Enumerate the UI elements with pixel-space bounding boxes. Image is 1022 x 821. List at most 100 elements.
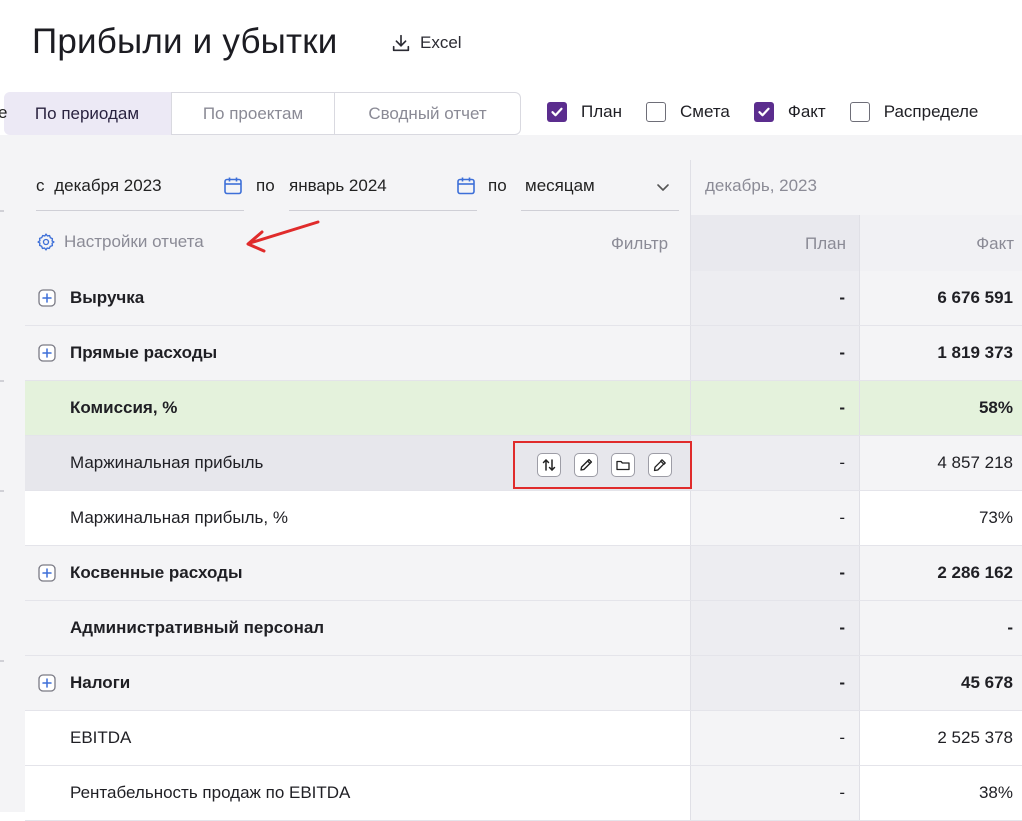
plan-value: - <box>839 453 845 472</box>
fact-value: 6 676 591 <box>937 288 1013 307</box>
checkbox-distribution[interactable]: Распределе <box>849 102 979 122</box>
checkbox-unchecked-icon <box>645 102 666 122</box>
tab-by-periods[interactable]: По периодам <box>4 92 171 135</box>
filter-link[interactable]: Фильтр <box>611 234 668 254</box>
plan-cell: - <box>690 491 859 545</box>
left-edge-divider <box>0 210 4 662</box>
plan-value: - <box>839 673 845 692</box>
excel-label: Excel <box>420 33 462 52</box>
table-row[interactable]: Выручка - 6 676 591 <box>25 271 1022 326</box>
checkbox-plan-label: План <box>581 102 622 121</box>
checkbox-fact[interactable]: Факт <box>753 102 826 122</box>
checkbox-fact-label: Факт <box>787 102 826 121</box>
download-icon <box>392 34 410 52</box>
table-row[interactable]: Рентабельность продаж по EBITDA -38% <box>25 766 1022 821</box>
view-options: План Смета Факт Распределе <box>547 102 1002 122</box>
checkbox-unchecked-icon <box>849 102 870 122</box>
expand-plus-icon[interactable] <box>38 289 56 307</box>
plan-cell: - <box>690 326 859 380</box>
plan-value: - <box>839 398 845 417</box>
row-label: Комиссия, % <box>70 398 178 417</box>
move-to-folder-button[interactable] <box>611 453 635 477</box>
row-label: Административный персонал <box>70 618 325 637</box>
tab-summary-report[interactable]: Сводный отчет <box>335 92 521 135</box>
plan-cell: - <box>690 546 859 600</box>
group-by-value: месяцам <box>525 176 595 195</box>
color-picker-button[interactable] <box>648 453 672 477</box>
table-row[interactable]: EBITDA - 2 525 378 <box>25 711 1022 766</box>
report-settings-label: Настройки отчета <box>64 232 204 251</box>
table-row[interactable]: Комиссия, % - 58% <box>25 381 1022 436</box>
fact-cell: 2 286 162 <box>859 546 1022 600</box>
fact-value: 4 857 218 <box>937 453 1013 472</box>
fact-cell: 45 678 <box>859 656 1022 710</box>
fact-cell: - <box>859 601 1022 655</box>
date-to-prefix: по <box>256 176 275 195</box>
annotation-arrow <box>246 220 320 253</box>
date-from-prefix: с <box>36 176 45 195</box>
calendar-icon[interactable] <box>222 175 244 197</box>
plan-cell: - <box>690 656 859 710</box>
fact-cell: 58% <box>859 381 1022 435</box>
checkbox-checked-icon <box>753 102 774 122</box>
table-row[interactable]: Косвенные расходы - 2 286 162 <box>25 546 1022 601</box>
plan-column-header[interactable]: План <box>760 234 846 254</box>
report-settings-button[interactable]: Настройки отчета <box>36 232 204 252</box>
checkbox-plan[interactable]: План <box>547 102 622 122</box>
date-to-value: январь 2024 <box>289 176 387 195</box>
plan-cell: - <box>690 436 859 490</box>
checkbox-estimate[interactable]: Смета <box>645 102 730 122</box>
row-label: EBITDA <box>70 728 132 747</box>
expand-plus-icon[interactable] <box>38 344 56 362</box>
plan-cell: - <box>690 711 859 765</box>
table-row[interactable]: Налоги - 45 678 <box>25 656 1022 711</box>
table-row[interactable]: Прямые расходы - 1 819 373 <box>25 326 1022 381</box>
report-tabs: е По периодам По проектам Сводный отчет <box>0 92 521 135</box>
plan-value: - <box>839 508 845 527</box>
expand-plus-icon[interactable] <box>38 674 56 692</box>
gear-icon <box>37 233 55 251</box>
fact-value: 2 286 162 <box>937 563 1013 582</box>
row-label: Выручка <box>70 288 145 307</box>
checkbox-checked-icon <box>547 102 567 122</box>
date-from-field[interactable]: с декабря 2023 <box>36 160 244 211</box>
period-column-header: декабрь, 2023 <box>690 160 1022 215</box>
row-label: Маржинальная прибыль <box>70 453 264 472</box>
plan-cell: - <box>690 381 859 435</box>
excel-export-button[interactable]: Excel <box>390 32 462 54</box>
fact-value: 1 819 373 <box>937 343 1013 362</box>
tab-by-projects[interactable]: По проектам <box>171 92 335 135</box>
color-picker-icon <box>653 459 666 472</box>
checkbox-estimate-label: Смета <box>679 102 730 121</box>
table-row[interactable]: Административный персонал - - <box>25 601 1022 656</box>
fact-value: 45 678 <box>961 673 1013 692</box>
plan-value: - <box>839 618 845 637</box>
sort-button[interactable] <box>537 453 561 477</box>
fact-cell: 73% <box>859 491 1022 545</box>
tab-partial[interactable]: е <box>0 92 7 133</box>
fact-column-header[interactable]: Факт <box>930 234 1014 254</box>
row-label: Налоги <box>70 673 131 692</box>
table-row[interactable]: Маржинальная прибыль, % - 73% <box>25 491 1022 546</box>
plan-value: - <box>839 728 845 747</box>
fact-cell: 4 857 218 <box>859 436 1022 490</box>
fact-value: 2 525 378 <box>937 728 1013 747</box>
plan-cell: - <box>690 271 859 325</box>
fact-cell: 2 525 378 <box>859 711 1022 765</box>
chevron-down-icon <box>657 184 669 191</box>
edit-button[interactable] <box>574 453 598 477</box>
row-actions-highlight <box>513 441 692 489</box>
plan-cell: - <box>690 601 859 655</box>
fact-value: 58% <box>978 398 1013 417</box>
fact-value: - <box>1007 618 1013 637</box>
calendar-icon[interactable] <box>455 175 477 197</box>
page-title: Прибыли и убытки <box>32 22 338 61</box>
date-to-field[interactable]: январь 2024 <box>289 160 477 211</box>
checkbox-distribution-label: Распределе <box>883 102 979 121</box>
group-by-select[interactable]: месяцам <box>521 160 679 211</box>
plan-value: - <box>839 288 845 307</box>
fact-value: 73% <box>978 508 1013 527</box>
fact-cell: 6 676 591 <box>859 271 1022 325</box>
fact-cell: 1 819 373 <box>859 326 1022 380</box>
expand-plus-icon[interactable] <box>38 564 56 582</box>
